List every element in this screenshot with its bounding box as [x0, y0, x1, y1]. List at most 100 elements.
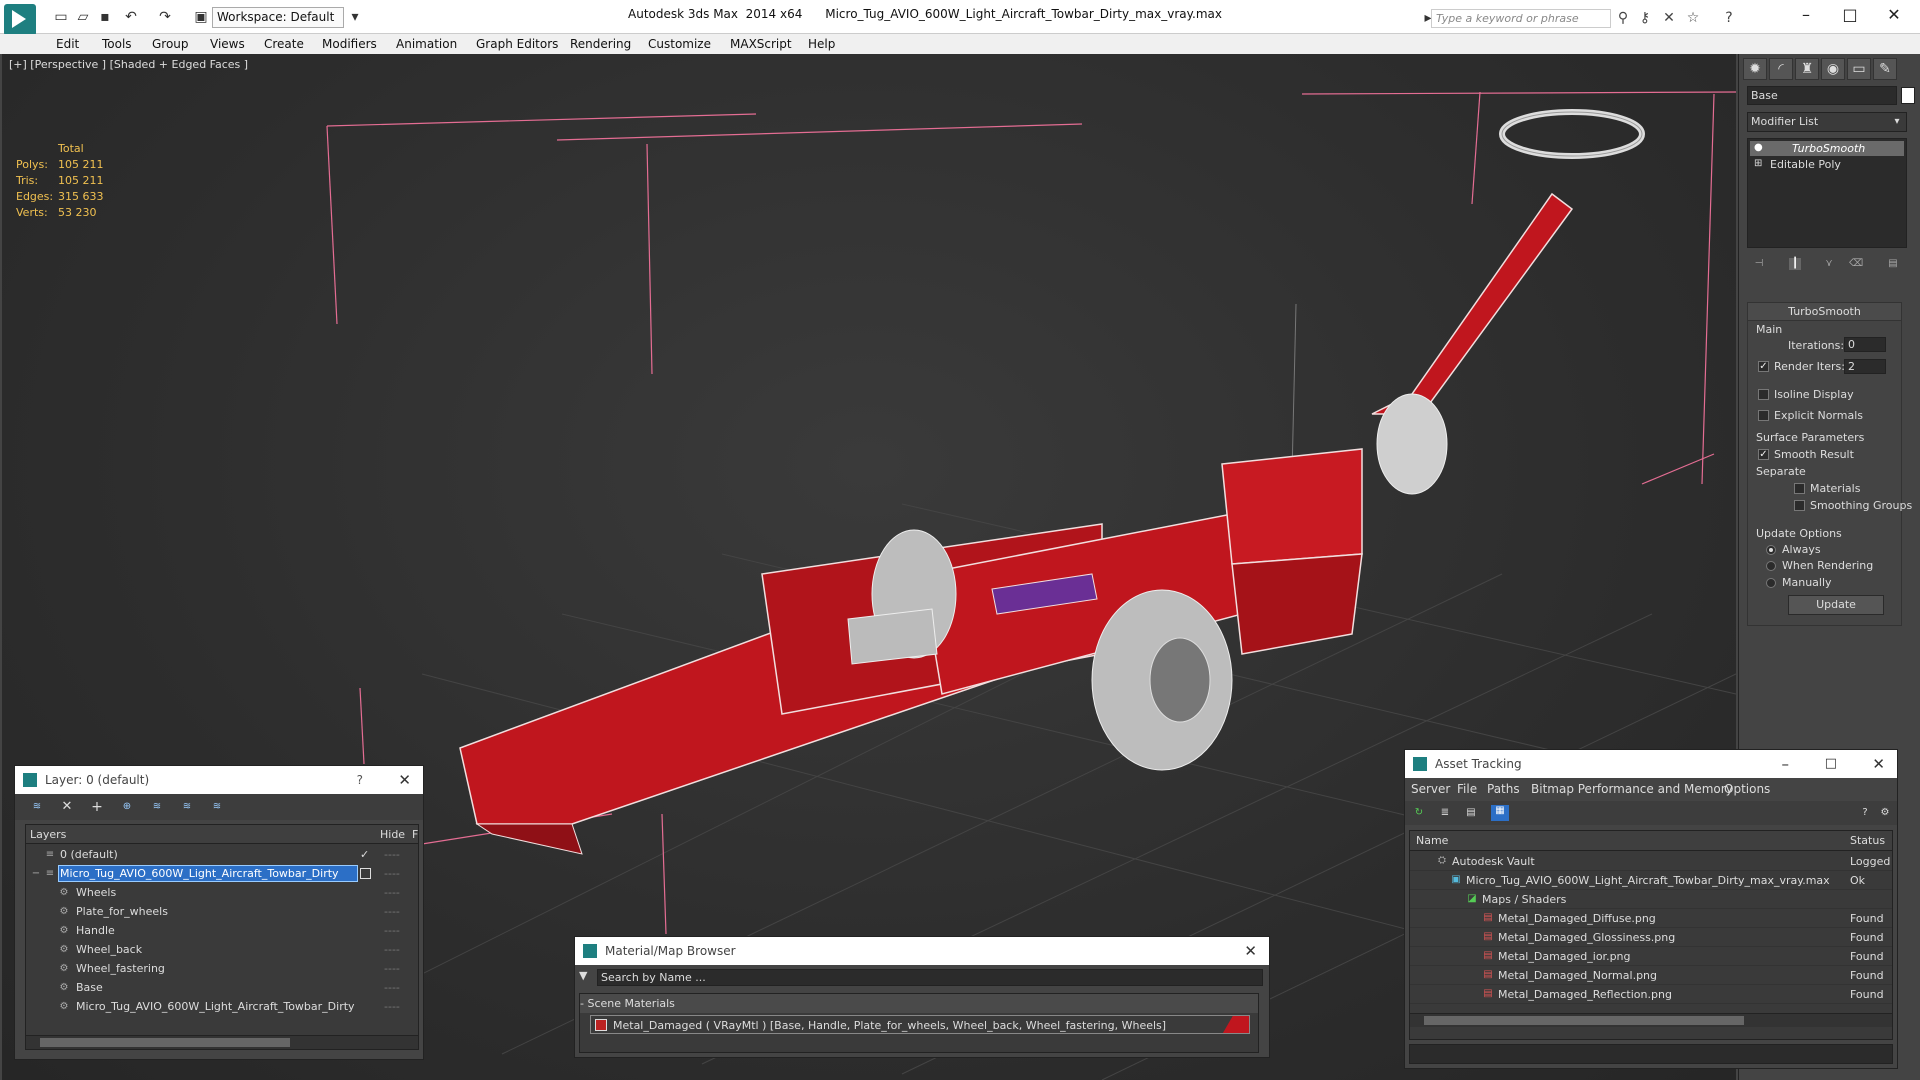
current-layer-box[interactable] [360, 868, 371, 879]
column-layers[interactable]: Layers [30, 825, 66, 844]
hide-toggle[interactable]: ---- [384, 902, 400, 921]
open-file-icon[interactable]: ▱ [74, 9, 92, 25]
menu-modifiers[interactable]: Modifiers [322, 34, 377, 54]
material-row[interactable]: Metal_Damaged ( VRayMtl ) [Base, Handle,… [590, 1015, 1250, 1034]
hide-toggle[interactable]: ---- [384, 883, 400, 902]
favorites-icon[interactable]: ☆ [1684, 9, 1702, 27]
rollout-header[interactable]: TurboSmooth [1748, 303, 1901, 321]
table-row[interactable]: ▤ Metal_Damaged_Glossiness.png Found [1410, 928, 1892, 947]
always-radio[interactable] [1766, 545, 1776, 555]
undo-icon[interactable]: ↶ [122, 9, 140, 25]
help-icon[interactable]: ? [357, 766, 363, 794]
menu-customize[interactable]: Customize [648, 34, 711, 54]
delete-layer-icon[interactable]: ✕ [61, 800, 73, 813]
highlight-layer-icon[interactable]: ≋ [181, 801, 193, 813]
settings-icon[interactable]: ⚙ [1879, 807, 1891, 819]
stack-item-editable-poly[interactable]: ⊞ Editable Poly [1750, 157, 1904, 172]
lightbulb-icon[interactable]: ● [1754, 142, 1763, 153]
object-color-swatch[interactable] [1901, 87, 1915, 104]
chevron-down-icon[interactable]: ▾ [1889, 114, 1905, 130]
binoculars-icon[interactable]: ⚲ [1614, 9, 1632, 27]
isoline-checkbox[interactable] [1758, 389, 1769, 400]
object-name-field[interactable]: Base [1747, 86, 1897, 105]
app-logo-button[interactable] [4, 4, 36, 36]
hierarchy-tab-icon[interactable]: ♜ [1795, 58, 1819, 80]
render-iters-checkbox[interactable]: ✓ [1758, 361, 1769, 372]
table-row[interactable]: ⛭ Autodesk Vault Logged O [1410, 852, 1894, 871]
utilities-tab-icon[interactable]: ✎ [1873, 58, 1897, 80]
motion-tab-icon[interactable]: ◉ [1821, 58, 1845, 80]
menu-paths[interactable]: Paths [1487, 782, 1520, 796]
create-tab-icon[interactable]: ✹ [1743, 58, 1767, 80]
maximize-icon[interactable]: □ [1825, 750, 1837, 778]
object-row[interactable]: ⚙ Plate_for_wheels ---- [26, 902, 418, 921]
object-row[interactable]: ⚙ Wheel_back ---- [26, 940, 418, 959]
layers-icon[interactable]: ≋ [31, 801, 43, 813]
menu-create[interactable]: Create [264, 34, 304, 54]
add-selection-icon[interactable]: ⊕ [121, 801, 133, 813]
key-icon[interactable]: ⚷ [1636, 9, 1654, 27]
smoothing-groups-checkbox[interactable] [1794, 500, 1805, 511]
list-view-icon[interactable]: ≣ [1439, 807, 1451, 819]
menu-file[interactable]: File [1457, 782, 1477, 796]
refresh-icon[interactable]: ↻ [1413, 807, 1425, 819]
project-folder-icon[interactable]: ▣ [192, 9, 210, 25]
smooth-result-checkbox[interactable]: ✓ [1758, 449, 1769, 460]
panel-title-bar[interactable]: Material/Map Browser ✕ [575, 937, 1269, 965]
maximize-icon[interactable]: □ [1830, 2, 1870, 28]
help-icon[interactable]: ? [1859, 807, 1871, 819]
layer-row[interactable]: ≡ 0 (default) ✓ ---- [26, 845, 418, 864]
detail-view-icon[interactable]: ▤ [1465, 807, 1477, 819]
close-icon[interactable]: ✕ [1872, 750, 1885, 778]
scrollbar-thumb[interactable] [40, 1038, 290, 1047]
table-row[interactable]: ▤ Metal_Damaged_Reflection.png Found [1410, 985, 1892, 1004]
menu-animation[interactable]: Animation [396, 34, 457, 54]
column-hide[interactable]: Hide [380, 825, 405, 844]
object-row[interactable]: ⚙ Handle ---- [26, 921, 418, 940]
collapse-icon[interactable]: − [30, 868, 42, 880]
add-layer-icon[interactable]: + [91, 800, 103, 814]
help-icon[interactable]: ? [1720, 9, 1738, 27]
menu-help[interactable]: Help [808, 34, 835, 54]
menu-rendering[interactable]: Rendering [570, 34, 631, 54]
expand-plus-icon[interactable]: ⊞ [1754, 158, 1762, 169]
modify-tab-icon[interactable]: ◜ [1769, 58, 1793, 80]
hide-toggle[interactable]: ---- [384, 921, 400, 940]
table-row[interactable]: ▣ Micro_Tug_AVIO_600W_Light_Aircraft_Tow… [1410, 871, 1892, 890]
close-icon[interactable]: ✕ [398, 766, 411, 794]
update-button[interactable]: Update [1788, 595, 1884, 615]
table-row[interactable]: ▤ Metal_Damaged_ior.png Found [1410, 947, 1892, 966]
render-iters-spinner[interactable]: 2 [1844, 359, 1886, 374]
workspace-dropdown[interactable]: Workspace: Default [212, 7, 344, 28]
select-objects-icon[interactable]: ≋ [151, 801, 163, 813]
menu-maxscript[interactable]: MAXScript [730, 34, 792, 54]
menu-edit[interactable]: Edit [56, 34, 79, 54]
materials-checkbox[interactable] [1794, 483, 1805, 494]
panel-title-bar[interactable]: Asset Tracking – □ ✕ [1405, 750, 1897, 778]
when-rendering-radio[interactable] [1766, 561, 1776, 571]
manually-radio[interactable] [1766, 578, 1776, 588]
search-input[interactable]: Type a keyword or phrase [1431, 9, 1611, 28]
asset-path-field[interactable] [1409, 1044, 1893, 1064]
display-tab-icon[interactable]: ▭ [1847, 58, 1871, 80]
layer-row[interactable]: − ≡ Micro_Tug_AVIO_600W_Light_Aircraft_T… [26, 864, 418, 883]
scrollbar-thumb[interactable] [1424, 1016, 1744, 1025]
close-icon[interactable]: ✕ [1244, 937, 1257, 965]
pin-stack-icon[interactable]: ⊣ [1753, 258, 1765, 270]
modifier-list-dropdown[interactable]: Modifier List [1747, 112, 1907, 132]
scene-materials-header[interactable]: - Scene Materials [580, 994, 1258, 1013]
exchange-icon[interactable]: ✕ [1660, 9, 1678, 27]
table-row[interactable]: ◪ Maps / Shaders [1410, 890, 1892, 909]
menu-views[interactable]: Views [210, 34, 245, 54]
menu-graph-editors[interactable]: Graph Editors [476, 34, 558, 54]
table-view-icon[interactable]: ▦ [1491, 805, 1509, 821]
menu-group[interactable]: Group [152, 34, 189, 54]
explicit-normals-checkbox[interactable] [1758, 410, 1769, 421]
column-name[interactable]: Name [1416, 831, 1448, 850]
object-row[interactable]: ⚙ Wheel_fastering ---- [26, 959, 418, 978]
material-search-input[interactable]: Search by Name ... [597, 969, 1263, 986]
panel-title-bar[interactable]: Layer: 0 (default) ? ✕ [15, 766, 423, 794]
check-icon[interactable]: ✓ [360, 845, 369, 864]
save-file-icon[interactable]: ▪ [96, 9, 114, 25]
options-chevron-icon[interactable]: ▼ [579, 967, 593, 985]
